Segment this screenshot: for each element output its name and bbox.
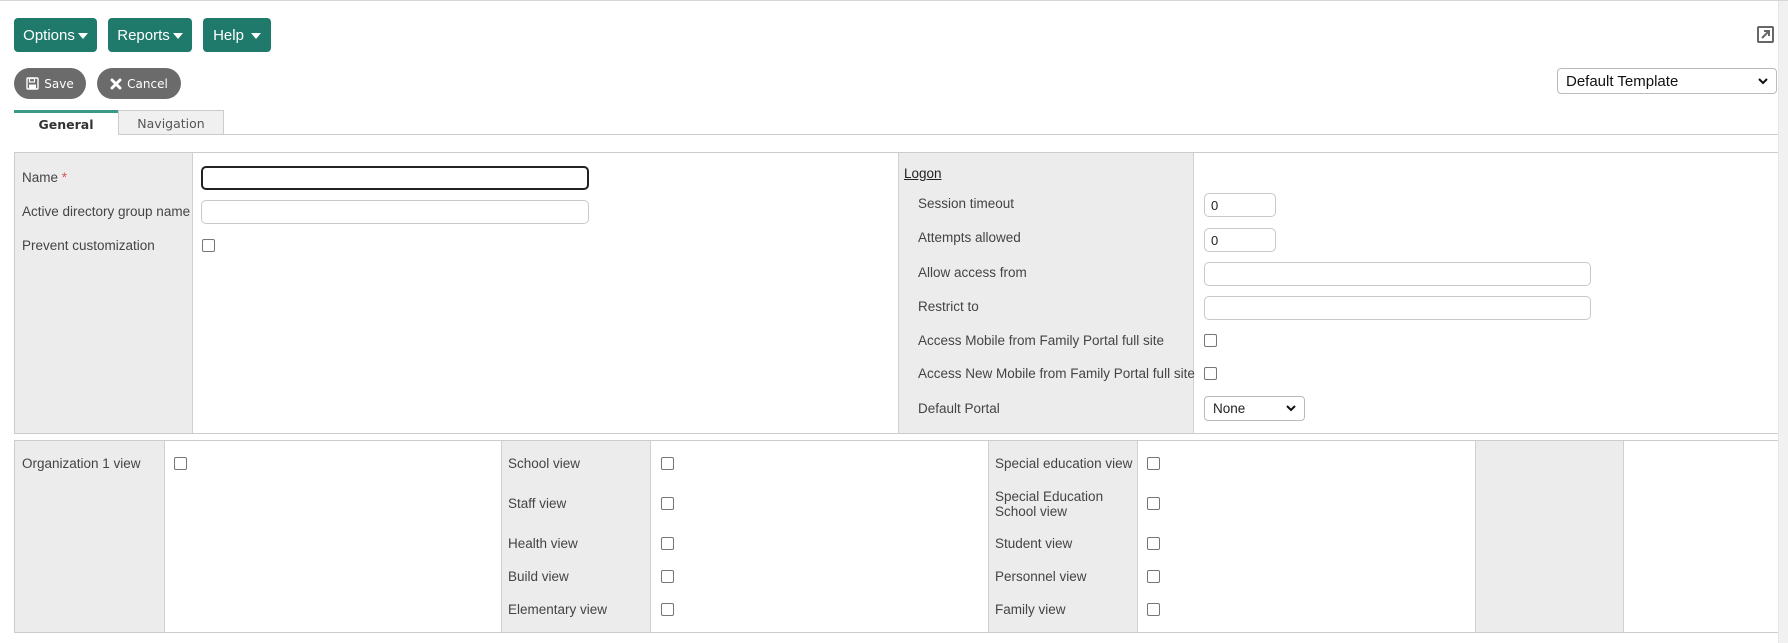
reports-menu-button[interactable]: Reports [108,18,192,52]
special-education-school-view-label: Special Education School view [995,489,1103,519]
restrict-to-label: Restrict to [918,299,979,314]
attempts-allowed-label: Attempts allowed [918,230,1021,245]
build-view-label: Build view [508,569,569,584]
staff-view-checkbox[interactable] [661,497,674,510]
organization-view-label: Organization 1 view [22,456,141,471]
staff-view-label: Staff view [508,496,567,511]
tab-divider [118,134,1780,135]
caret-down-icon [250,33,261,39]
general-section: Name * Active directory group name Preve… [14,152,1780,434]
tab-navigation-label: Navigation [137,115,205,131]
personnel-view-checkbox[interactable] [1147,570,1160,583]
personnel-view-label: Personnel view [995,569,1087,584]
special-education-view-label: Special education view [995,456,1133,471]
student-view-checkbox[interactable] [1147,537,1160,550]
template-select-value: Default Template [1566,72,1679,90]
access-mobile-checkbox[interactable] [1204,334,1217,347]
views-section: Organization 1 view School view Staff vi… [14,440,1780,633]
ad-group-input[interactable] [201,200,589,224]
cancel-label: Cancel [127,76,168,91]
popout-icon[interactable] [1757,26,1774,43]
cancel-button[interactable]: Cancel [97,68,181,99]
family-view-checkbox[interactable] [1147,603,1160,616]
logon-heading-link[interactable]: Logon [904,166,942,181]
help-menu-button[interactable]: Help [203,18,271,52]
name-input[interactable] [201,166,589,190]
chevron-down-icon [1286,405,1296,412]
special-education-view-checkbox[interactable] [1147,457,1160,470]
views-label-column-4 [1475,441,1624,632]
special-education-school-view-checkbox[interactable] [1147,497,1160,510]
chevron-down-icon [1758,77,1768,84]
close-icon [110,78,122,89]
elementary-view-label: Elementary view [508,602,608,617]
save-button[interactable]: Save [14,68,86,99]
access-mobile-label: Access Mobile from Family Portal full si… [918,333,1165,348]
options-label: Options [23,26,75,44]
tab-navigation[interactable]: Navigation [118,110,224,135]
session-timeout-input[interactable] [1204,193,1276,217]
tab-general[interactable]: General [14,110,118,135]
label-line-1: Special Education [995,489,1104,504]
school-view-checkbox[interactable] [661,457,674,470]
family-view-label: Family view [995,602,1066,617]
template-select[interactable]: Default Template [1557,68,1777,94]
caret-down-icon [172,33,183,39]
elementary-view-checkbox[interactable] [661,603,674,616]
logon-label-column [898,153,1194,433]
student-view-label: Student view [995,536,1073,551]
save-icon [26,77,39,90]
health-view-label: Health view [508,536,578,551]
allow-access-from-input[interactable] [1204,262,1591,286]
attempts-allowed-input[interactable] [1204,228,1276,252]
prevent-customization-checkbox[interactable] [202,239,215,252]
tab-general-label: General [38,116,94,132]
caret-down-icon [77,33,88,39]
help-label: Help [213,26,244,44]
organization-view-checkbox[interactable] [174,457,187,470]
session-timeout-label: Session timeout [918,196,1015,211]
build-view-checkbox[interactable] [661,570,674,583]
vertical-scrollbar[interactable] [1778,1,1788,643]
health-view-checkbox[interactable] [661,537,674,550]
allow-access-from-label: Allow access from [918,265,1027,280]
restrict-to-input[interactable] [1204,296,1591,320]
default-portal-value: None [1213,401,1246,416]
default-portal-label: Default Portal [918,401,1000,416]
reports-label: Reports [117,26,170,44]
access-new-mobile-label: Access New Mobile from Family Portal ful… [918,366,1195,381]
name-label: Name * [22,170,68,185]
required-marker: * [61,170,68,185]
access-new-mobile-checkbox[interactable] [1204,367,1217,380]
save-label: Save [44,76,74,91]
general-label-column [15,153,193,433]
school-view-label: School view [508,456,581,471]
default-portal-select[interactable]: None [1204,396,1305,421]
options-menu-button[interactable]: Options [14,18,97,52]
label-line-2: School view [995,504,1068,519]
ad-group-label: Active directory group name [22,204,191,219]
tab-bar: General Navigation [14,110,224,135]
prevent-customization-label: Prevent customization [22,238,155,253]
